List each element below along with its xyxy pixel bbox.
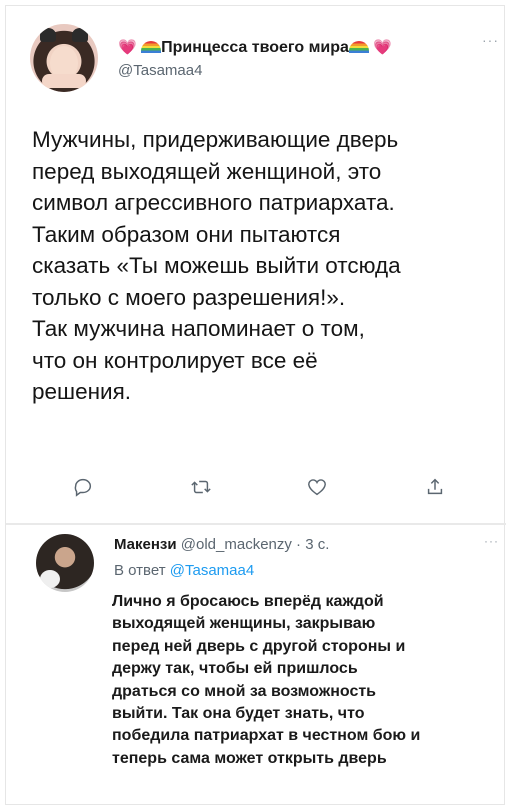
avatar[interactable] <box>30 24 98 92</box>
reply-meta: @old_mackenzy · 3 с. <box>180 536 330 553</box>
retweet-icon[interactable] <box>190 476 216 502</box>
reply-text-line: победила патриархат в честном бою и <box>112 727 421 745</box>
replying-to-prefix: В ответ <box>114 562 166 579</box>
share-icon[interactable] <box>424 476 450 502</box>
reply-display-name: Макензи <box>114 536 177 553</box>
tweet-text-line: сказать «Ты можешь выйти отсюда <box>32 253 401 278</box>
tweet-text-line: Таким образом они пытаются <box>32 221 341 247</box>
tweet-text-line: перед выходящей женщиной, это <box>32 158 382 184</box>
like-icon[interactable] <box>306 476 332 502</box>
tweet-actions <box>6 476 506 506</box>
reply-text-line: выйти. Так она будет знать, что <box>112 705 365 723</box>
avatar-hands <box>42 74 86 88</box>
tweet-text-line: символ агрессивного патриархата. <box>32 190 395 215</box>
tweet-divider <box>6 523 506 525</box>
rainbow-icon <box>141 41 162 53</box>
tweet-text-line: что он контролирует все её <box>32 347 318 373</box>
display-name[interactable]: 💗 Принцесса твоего мира 💗 <box>118 38 392 57</box>
replying-to-mention[interactable]: @Tasamaa4 <box>170 562 254 579</box>
tweet-text-line: Мужчины, придерживающие дверь <box>32 127 399 152</box>
reply-more-options-icon[interactable]: ··· <box>484 534 499 548</box>
reply-text: Лично я бросаюсь вперёд каждой выходящей… <box>112 591 504 770</box>
tweet-text-line: Так мужчина напоминает о том, <box>32 316 365 341</box>
replying-to: В ответ @Tasamaa4 <box>114 562 254 579</box>
reply-text-line: драться со мной за возможность <box>112 682 377 700</box>
rainbow-icon <box>348 41 369 53</box>
cat-ear-left <box>40 28 56 42</box>
cat-ear-right <box>72 28 88 42</box>
reply-header[interactable]: Макензи @old_mackenzy · 3 с. <box>114 536 329 553</box>
avatar-dog <box>40 570 60 588</box>
reply-icon[interactable] <box>72 476 98 502</box>
reply-text-line: выходящей женщины, закрываю <box>112 615 376 633</box>
heart-icon: 💗 <box>118 39 137 56</box>
user-handle[interactable]: @Tasamaa4 <box>118 62 202 79</box>
screenshot-frame: 💗 Принцесса твоего мира 💗 @Tasamaa4 ··· … <box>5 5 506 805</box>
more-options-icon[interactable]: ··· <box>482 32 499 48</box>
reply-text-line: Лично я бросаюсь вперёд каждой <box>112 593 384 610</box>
reply-avatar[interactable] <box>36 534 94 592</box>
tweet[interactable]: 💗 Принцесса твоего мира 💗 @Tasamaa4 ··· … <box>6 6 506 521</box>
reply-text-line: держу так, чтобы ей пришлось <box>112 660 358 678</box>
tweet-text: Мужчины, придерживающие дверь перед выхо… <box>32 124 502 408</box>
heart-icon: 💗 <box>373 39 393 56</box>
tweet-text-line: решения. <box>32 379 132 404</box>
tweet-text-line: только с моего разрешения!». <box>32 284 346 310</box>
reply-text-line: теперь сама может открыть дверь <box>112 749 387 767</box>
reply-text-line: перед ней дверь с другой стороны и <box>112 637 406 655</box>
display-name-text: Принцесса твоего мира <box>161 39 349 56</box>
